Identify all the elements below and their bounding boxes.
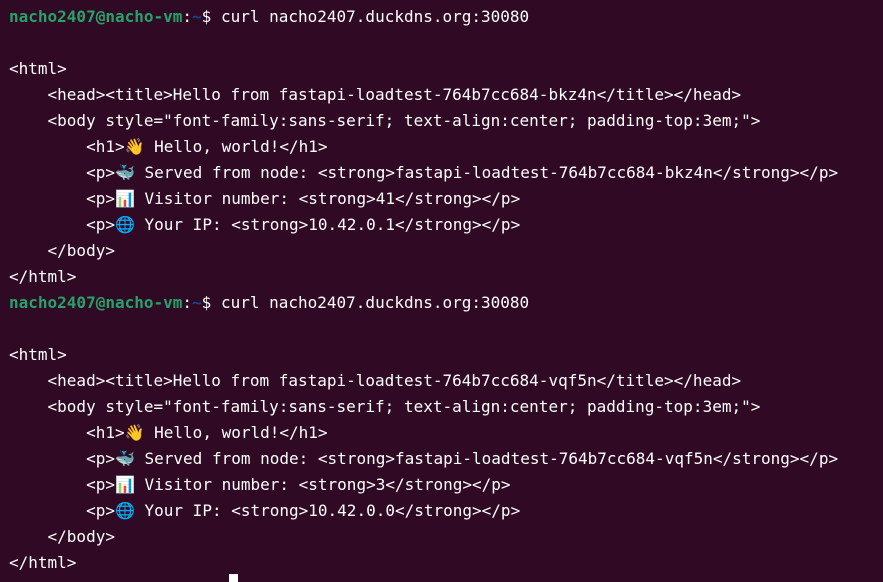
output-line: </html> [9,267,77,286]
prompt-separator: : [182,7,193,26]
prompt-user-host: nacho2407@nacho-vm [9,7,183,26]
output-line: </html> [9,553,77,572]
output-line: </body> [9,527,115,546]
terminal-cursor [229,574,238,582]
output-line: <html> [9,59,67,78]
prompt-line: nacho2407@nacho-vm:~$ curl nacho2407.duc… [9,290,883,316]
output-line: </body> [9,241,115,260]
terminal-window[interactable]: nacho2407@nacho-vm:~$ curl nacho2407.duc… [0,0,883,582]
output-line: <p>🐳 Served from node: <strong>fastapi-l… [9,449,839,468]
command-text: curl nacho2407.duckdns.org:30080 [220,293,530,312]
output-line: <body style="font-family:sans-serif; tex… [9,111,761,130]
prompt-path: ~ [192,7,202,26]
prompt-separator: : [182,293,193,312]
prompt-symbol: $ [201,293,221,312]
output-line: <head><title>Hello from fastapi-loadtest… [9,371,742,390]
output-line: <h1>👋 Hello, world!</h1> [9,423,328,442]
terminal-output: nacho2407@nacho-vm:~$ curl nacho2407.duc… [9,4,883,576]
output-line: <h1>👋 Hello, world!</h1> [9,137,328,156]
prompt-path: ~ [192,293,202,312]
output-line: <p>🐳 Served from node: <strong>fastapi-l… [9,163,839,182]
output-line: <html> [9,345,67,364]
prompt-symbol: $ [201,7,221,26]
prompt-user-host: nacho2407@nacho-vm [9,293,183,312]
output-line: <p>📊 Visitor number: <strong>41</strong>… [9,189,521,208]
prompt-line: nacho2407@nacho-vm:~$ curl nacho2407.duc… [9,4,883,30]
output-line: <p>🌐 Your IP: <strong>10.42.0.0</strong>… [9,501,521,520]
output-line: <p>📊 Visitor number: <strong>3</strong><… [9,475,511,494]
command-text: curl nacho2407.duckdns.org:30080 [220,7,530,26]
output-line: <p>🌐 Your IP: <strong>10.42.0.1</strong>… [9,215,521,234]
output-line: <head><title>Hello from fastapi-loadtest… [9,85,742,104]
output-line: <body style="font-family:sans-serif; tex… [9,397,761,416]
